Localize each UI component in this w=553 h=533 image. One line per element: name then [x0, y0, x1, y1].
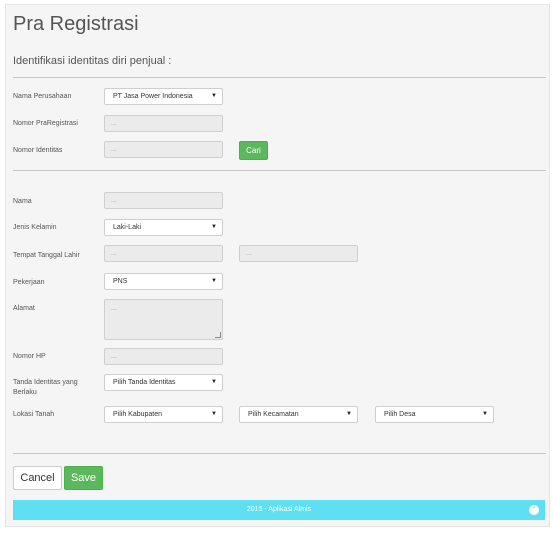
nomor-hp-input[interactable]: ... [104, 348, 223, 365]
page-title: Pra Registrasi [13, 13, 139, 35]
divider-top [13, 77, 546, 78]
jenis-kelamin-select[interactable]: Laki-Laki ▼ [104, 219, 223, 236]
nomor-identitas-label: Nomor Identitas [13, 147, 63, 154]
resize-handle-icon[interactable] [215, 332, 221, 338]
cari-button[interactable]: Cari [239, 141, 268, 160]
jenis-kelamin-label: Jenis Kelamin [13, 224, 57, 231]
save-button[interactable]: Save [64, 466, 103, 490]
tanggal-lahir-input[interactable]: ... [239, 245, 358, 262]
jenis-kelamin-value: Laki-Laki [113, 224, 142, 231]
chevron-down-icon: ▼ [211, 411, 217, 417]
nomor-hp-label: Nomor HP [13, 353, 46, 360]
alamat-placeholder: ... [111, 305, 117, 312]
chevron-down-icon: ▼ [211, 224, 217, 230]
chevron-down-icon: ▼ [211, 379, 217, 385]
divider-middle [13, 170, 546, 171]
chevron-down-icon: ▼ [211, 278, 217, 284]
form-panel: Pra Registrasi Identifikasi identitas di… [5, 4, 550, 527]
alamat-textarea[interactable]: ... [104, 299, 223, 340]
pekerjaan-label: Pekerjaan [13, 279, 45, 286]
tempat-tanggal-lahir-label: Tempat Tanggal Lahir [13, 252, 80, 259]
lokasi-tanah-label: Lokasi Tanah [13, 411, 55, 418]
chevron-down-icon: ▼ [482, 411, 488, 417]
kecamatan-value: Pilih Kecamatan [248, 411, 299, 418]
tanda-identitas-value: Pilih Tanda Identitas [113, 379, 176, 386]
alamat-label: Alamat [13, 305, 35, 312]
nama-perusahaan-select[interactable]: PT Jasa Power Indonesia ▼ [104, 88, 223, 105]
cancel-button[interactable]: Cancel [13, 466, 62, 490]
chevron-down-icon: ▼ [211, 93, 217, 99]
nama-label: Nama [13, 198, 32, 205]
section-title: Identifikasi identitas diri penjual : [13, 55, 172, 67]
kabupaten-value: Pilih Kabupaten [113, 411, 163, 418]
divider-bottom [13, 453, 546, 454]
pekerjaan-value: PNS [113, 278, 128, 285]
desa-value: Pilih Desa [384, 411, 416, 418]
nama-perusahaan-value: PT Jasa Power Indonesia [113, 93, 193, 100]
chevron-up-icon[interactable]: ⌃ [529, 505, 539, 515]
tempat-lahir-input[interactable]: ... [104, 245, 223, 262]
pekerjaan-select[interactable]: PNS ▼ [104, 273, 223, 290]
desa-select[interactable]: Pilih Desa ▼ [375, 406, 494, 423]
nama-input[interactable]: ... [104, 192, 223, 209]
kabupaten-select[interactable]: Pilih Kabupaten ▼ [104, 406, 223, 423]
kecamatan-select[interactable]: Pilih Kecamatan ▼ [239, 406, 358, 423]
nama-perusahaan-label: Nama Perusahaan [13, 93, 72, 100]
chevron-down-icon: ▼ [346, 411, 352, 417]
nomor-praregistrasi-label: Nomor PraRegistrasi [13, 120, 78, 127]
tanda-identitas-select[interactable]: Pilih Tanda Identitas ▼ [104, 374, 223, 391]
nomor-praregistrasi-input[interactable]: ... [104, 115, 223, 132]
tanda-identitas-label: Tanda Identitas yang Berlaku [13, 379, 78, 396]
footer-bar: 2015 - Aplikasi Almis ⌃ [13, 500, 545, 520]
footer-text: 2015 - Aplikasi Almis [246, 506, 312, 513]
nomor-identitas-input[interactable]: ... [104, 141, 223, 158]
